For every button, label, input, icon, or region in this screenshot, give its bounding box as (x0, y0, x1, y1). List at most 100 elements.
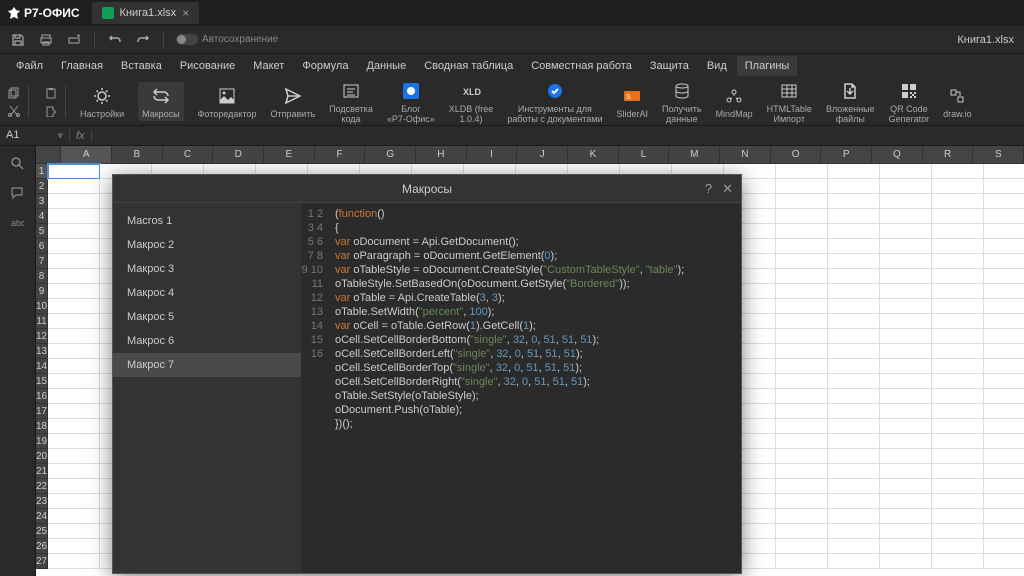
ribbon-xldb--free[interactable]: XLDBXLDB (free1.0.4) (449, 79, 494, 125)
cell[interactable] (932, 299, 984, 314)
search-icon[interactable] (10, 156, 26, 172)
cell[interactable] (880, 209, 932, 224)
cell[interactable] (984, 554, 1024, 569)
row-header[interactable]: 1 (36, 164, 48, 179)
cell[interactable] (828, 344, 880, 359)
col-header[interactable]: H (416, 146, 467, 164)
cell[interactable] (776, 494, 828, 509)
row-header[interactable]: 15 (36, 374, 48, 389)
col-header[interactable]: N (720, 146, 771, 164)
cell[interactable] (880, 254, 932, 269)
cell[interactable] (776, 509, 828, 524)
cell[interactable] (932, 374, 984, 389)
cell[interactable] (932, 179, 984, 194)
cell[interactable] (48, 524, 100, 539)
cell[interactable] (932, 449, 984, 464)
cell[interactable] (880, 224, 932, 239)
cell[interactable] (828, 554, 880, 569)
cell[interactable] (828, 449, 880, 464)
cell[interactable] (776, 239, 828, 254)
cell[interactable] (776, 464, 828, 479)
cell[interactable] (984, 419, 1024, 434)
cell[interactable] (984, 179, 1024, 194)
row-header[interactable]: 5 (36, 224, 48, 239)
cell[interactable] (932, 359, 984, 374)
col-header[interactable]: P (821, 146, 872, 164)
cell[interactable] (932, 209, 984, 224)
cell[interactable] (984, 509, 1024, 524)
cell[interactable] (828, 299, 880, 314)
cell[interactable] (48, 209, 100, 224)
cell[interactable] (828, 209, 880, 224)
close-icon[interactable]: × (182, 6, 189, 20)
cell[interactable] (828, 254, 880, 269)
cell[interactable] (828, 284, 880, 299)
cell[interactable] (828, 224, 880, 239)
cell[interactable] (984, 449, 1024, 464)
cell[interactable] (880, 554, 932, 569)
cell[interactable] (48, 344, 100, 359)
cell[interactable] (932, 239, 984, 254)
col-header[interactable]: K (568, 146, 619, 164)
menu-вид[interactable]: Вид (699, 56, 735, 76)
macro-item[interactable]: Макрос 2 (113, 233, 301, 257)
cell[interactable] (932, 419, 984, 434)
cell[interactable] (984, 359, 1024, 374)
col-header[interactable]: J (517, 146, 568, 164)
cell[interactable] (932, 164, 984, 179)
cell[interactable] (932, 494, 984, 509)
cell[interactable] (828, 389, 880, 404)
dialog-titlebar[interactable]: Макросы ? ✕ (113, 175, 741, 203)
cell[interactable] (48, 239, 100, 254)
cell[interactable] (984, 494, 1024, 509)
cell[interactable] (48, 314, 100, 329)
paste-icon[interactable] (43, 86, 59, 100)
cell[interactable] (984, 539, 1024, 554)
cell[interactable] (776, 374, 828, 389)
quick-print-icon[interactable] (66, 32, 82, 48)
ribbon-отправить[interactable]: Отправить (271, 84, 316, 120)
row-header[interactable]: 20 (36, 449, 48, 464)
row-header[interactable]: 17 (36, 404, 48, 419)
col-header[interactable]: B (112, 146, 163, 164)
col-header[interactable]: M (669, 146, 720, 164)
macro-item[interactable]: Макрос 6 (113, 329, 301, 353)
print-icon[interactable] (38, 32, 54, 48)
cell[interactable] (932, 284, 984, 299)
cell[interactable] (776, 434, 828, 449)
cell[interactable] (880, 404, 932, 419)
row-header[interactable]: 2 (36, 179, 48, 194)
undo-icon[interactable] (107, 32, 123, 48)
cell[interactable] (48, 374, 100, 389)
cell[interactable] (776, 179, 828, 194)
cell[interactable] (776, 299, 828, 314)
cell[interactable] (880, 449, 932, 464)
cell[interactable] (880, 539, 932, 554)
cell[interactable] (48, 449, 100, 464)
cell[interactable] (48, 509, 100, 524)
cell[interactable] (932, 524, 984, 539)
cell[interactable] (984, 284, 1024, 299)
cell[interactable] (984, 374, 1024, 389)
cell[interactable] (776, 404, 828, 419)
spellcheck-icon[interactable]: abc (10, 216, 26, 232)
col-header[interactable]: S (973, 146, 1024, 164)
cell[interactable] (880, 359, 932, 374)
cell[interactable] (880, 269, 932, 284)
col-header[interactable]: E (264, 146, 315, 164)
cell[interactable] (48, 389, 100, 404)
menu-вставка[interactable]: Вставка (113, 56, 170, 76)
ribbon-фоторедактор[interactable]: Фоторедактор (198, 84, 257, 120)
cell[interactable] (776, 479, 828, 494)
menu-рисование[interactable]: Рисование (172, 56, 243, 76)
ribbon-подсветка[interactable]: Подсветкакода (329, 79, 373, 125)
cell[interactable] (828, 404, 880, 419)
cell[interactable] (880, 389, 932, 404)
row-header[interactable]: 26 (36, 539, 48, 554)
cell[interactable] (776, 359, 828, 374)
cell[interactable] (776, 269, 828, 284)
cell-reference[interactable]: A1 ▾ (0, 129, 70, 142)
cell[interactable] (776, 224, 828, 239)
cell[interactable] (828, 539, 880, 554)
row-header[interactable]: 16 (36, 389, 48, 404)
